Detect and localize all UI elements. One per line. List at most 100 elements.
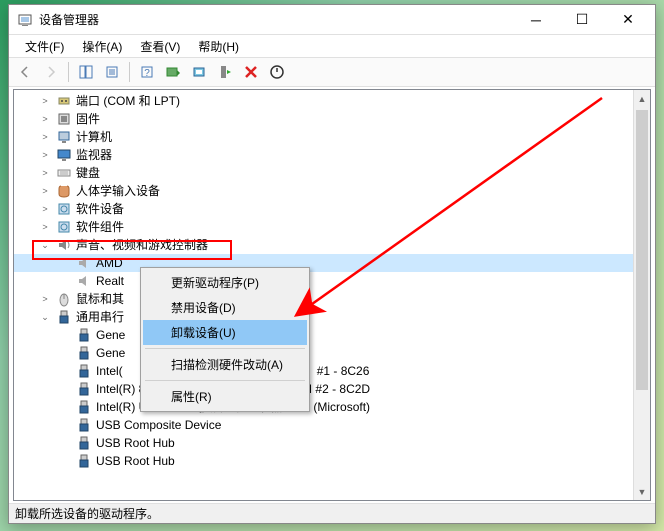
usbdev-icon <box>76 399 92 415</box>
help-button[interactable]: ? <box>135 60 159 84</box>
tree-item[interactable]: AMD <box>14 254 650 272</box>
expand-icon[interactable]: > <box>38 112 52 126</box>
usb-icon <box>56 309 72 325</box>
app-icon <box>17 12 33 28</box>
usbdev-icon <box>76 363 92 379</box>
no-expand <box>58 328 72 342</box>
tree-item[interactable]: USB Root Hub <box>14 452 650 470</box>
context-disable-device[interactable]: 禁用设备(D) <box>143 295 307 320</box>
sound-icon <box>56 237 72 253</box>
speaker-icon <box>76 273 92 289</box>
uninstall-button[interactable] <box>239 60 263 84</box>
context-scan-hardware[interactable]: 扫描检测硬件改动(A) <box>143 352 307 377</box>
tree-item-label: 通用串行 <box>76 308 128 326</box>
tree-item-label: 固件 <box>76 110 104 128</box>
speaker-icon <box>76 255 92 271</box>
tree-item[interactable]: Intel(R) USB 3.0 可扩展主机控制器 - 1.0 (Microso… <box>14 398 650 416</box>
expand-icon[interactable]: > <box>38 148 52 162</box>
scroll-thumb[interactable] <box>636 110 648 390</box>
expand-icon[interactable]: > <box>38 130 52 144</box>
tree-item[interactable]: Gene <box>14 344 650 362</box>
software-icon <box>56 219 72 235</box>
no-expand <box>58 400 72 414</box>
titlebar: 设备管理器 ─ ☐ ✕ <box>9 5 655 35</box>
no-expand <box>58 454 72 468</box>
tree-item[interactable]: USB Root Hub <box>14 434 650 452</box>
tree-item-label: Gene <box>96 344 129 362</box>
tree-item[interactable]: Gene <box>14 326 650 344</box>
expand-icon[interactable]: > <box>38 220 52 234</box>
tree-item[interactable]: > 软件设备 <box>14 200 650 218</box>
device-tree[interactable]: >端口 (COM 和 LPT)>固件>计算机>监视器>键盘>人体学输入设备>软件… <box>14 90 650 472</box>
usbdev-icon <box>76 453 92 469</box>
tree-item[interactable]: ⌄ 通用串行 <box>14 308 650 326</box>
expand-icon[interactable]: > <box>38 202 52 216</box>
tree-item[interactable]: >监视器 <box>14 146 650 164</box>
monitor-icon <box>56 147 72 163</box>
tree-item-label: USB Root Hub <box>96 452 179 470</box>
context-properties[interactable]: 属性(R) <box>143 384 307 409</box>
tree-item-label: 软件组件 <box>76 218 128 236</box>
statusbar: 卸载所选设备的驱动程序。 <box>9 503 655 523</box>
update-driver-button[interactable] <box>161 60 185 84</box>
context-uninstall-device[interactable]: 卸载设备(U) <box>143 320 307 345</box>
collapse-icon[interactable]: ⌄ <box>38 238 52 252</box>
expand-icon[interactable]: > <box>38 94 52 108</box>
tree-item[interactable]: > 固件 <box>14 110 650 128</box>
tree-item-label: 人体学输入设备 <box>76 182 164 200</box>
maximize-button[interactable]: ☐ <box>559 6 605 34</box>
tree-item[interactable]: Realt <box>14 272 650 290</box>
software-icon <box>56 201 72 217</box>
collapse-icon[interactable]: ⌄ <box>38 310 52 324</box>
no-expand <box>58 418 72 432</box>
forward-button[interactable] <box>39 60 63 84</box>
tree-item[interactable]: > 软件组件 <box>14 218 650 236</box>
menu-help[interactable]: 帮助(H) <box>190 36 247 57</box>
menu-file[interactable]: 文件(F) <box>17 36 72 57</box>
menu-view[interactable]: 查看(V) <box>132 36 188 57</box>
tree-item[interactable]: > 人体学输入设备 <box>14 182 650 200</box>
enable-device-button[interactable] <box>213 60 237 84</box>
tree-item[interactable]: > 键盘 <box>14 164 650 182</box>
no-expand <box>58 256 72 270</box>
no-expand <box>58 436 72 450</box>
context-update-driver[interactable]: 更新驱动程序(P) <box>143 270 307 295</box>
disable-button[interactable] <box>265 60 289 84</box>
minimize-button[interactable]: ─ <box>513 6 559 34</box>
tree-item-label: 计算机 <box>76 128 116 146</box>
scroll-up-arrow[interactable]: ▲ <box>634 90 650 107</box>
expand-icon[interactable]: > <box>38 292 52 306</box>
no-expand <box>58 364 72 378</box>
window-title: 设备管理器 <box>39 11 513 28</box>
tree-item-label: 键盘 <box>76 164 104 182</box>
menubar: 文件(F) 操作(A) 查看(V) 帮助(H) <box>9 35 655 57</box>
back-button[interactable] <box>13 60 37 84</box>
close-button[interactable]: ✕ <box>605 6 651 34</box>
tree-item-label: USB Root Hub <box>96 434 179 452</box>
vertical-scrollbar[interactable]: ▲ ▼ <box>633 90 650 500</box>
tree-item[interactable]: > 计算机 <box>14 128 650 146</box>
menu-action[interactable]: 操作(A) <box>74 36 130 57</box>
device-manager-window: 设备管理器 ─ ☐ ✕ 文件(F) 操作(A) 查看(V) 帮助(H) ? >端… <box>8 4 656 524</box>
tree-item-label: Realt <box>96 272 128 290</box>
expand-icon[interactable]: > <box>38 184 52 198</box>
tree-item[interactable]: ⌄ 声音、视频和游戏控制器 <box>14 236 650 254</box>
usbdev-icon <box>76 417 92 433</box>
show-hide-tree-button[interactable] <box>74 60 98 84</box>
tree-item-label: 软件设备 <box>76 200 128 218</box>
tree-item-label: Intel( <box>96 362 127 380</box>
properties-button[interactable] <box>100 60 124 84</box>
tree-item[interactable]: >端口 (COM 和 LPT) <box>14 92 650 110</box>
tree-item[interactable]: Intel(#1 - 8C26 <box>14 362 650 380</box>
tree-item[interactable]: Intel(R) 8 Series/C220 Series USB EHCI #… <box>14 380 650 398</box>
tree-item-label: USB Composite Device <box>96 416 225 434</box>
scan-hardware-button[interactable] <box>187 60 211 84</box>
toolbar: ? <box>9 57 655 87</box>
svg-text:?: ? <box>144 68 150 79</box>
scroll-down-arrow[interactable]: ▼ <box>634 483 650 500</box>
tree-item[interactable]: USB Composite Device <box>14 416 650 434</box>
tree-item-label: 声音、视频和游戏控制器 <box>76 236 212 254</box>
expand-icon[interactable]: > <box>38 166 52 180</box>
tree-item[interactable]: >鼠标和其 <box>14 290 650 308</box>
no-expand <box>58 382 72 396</box>
